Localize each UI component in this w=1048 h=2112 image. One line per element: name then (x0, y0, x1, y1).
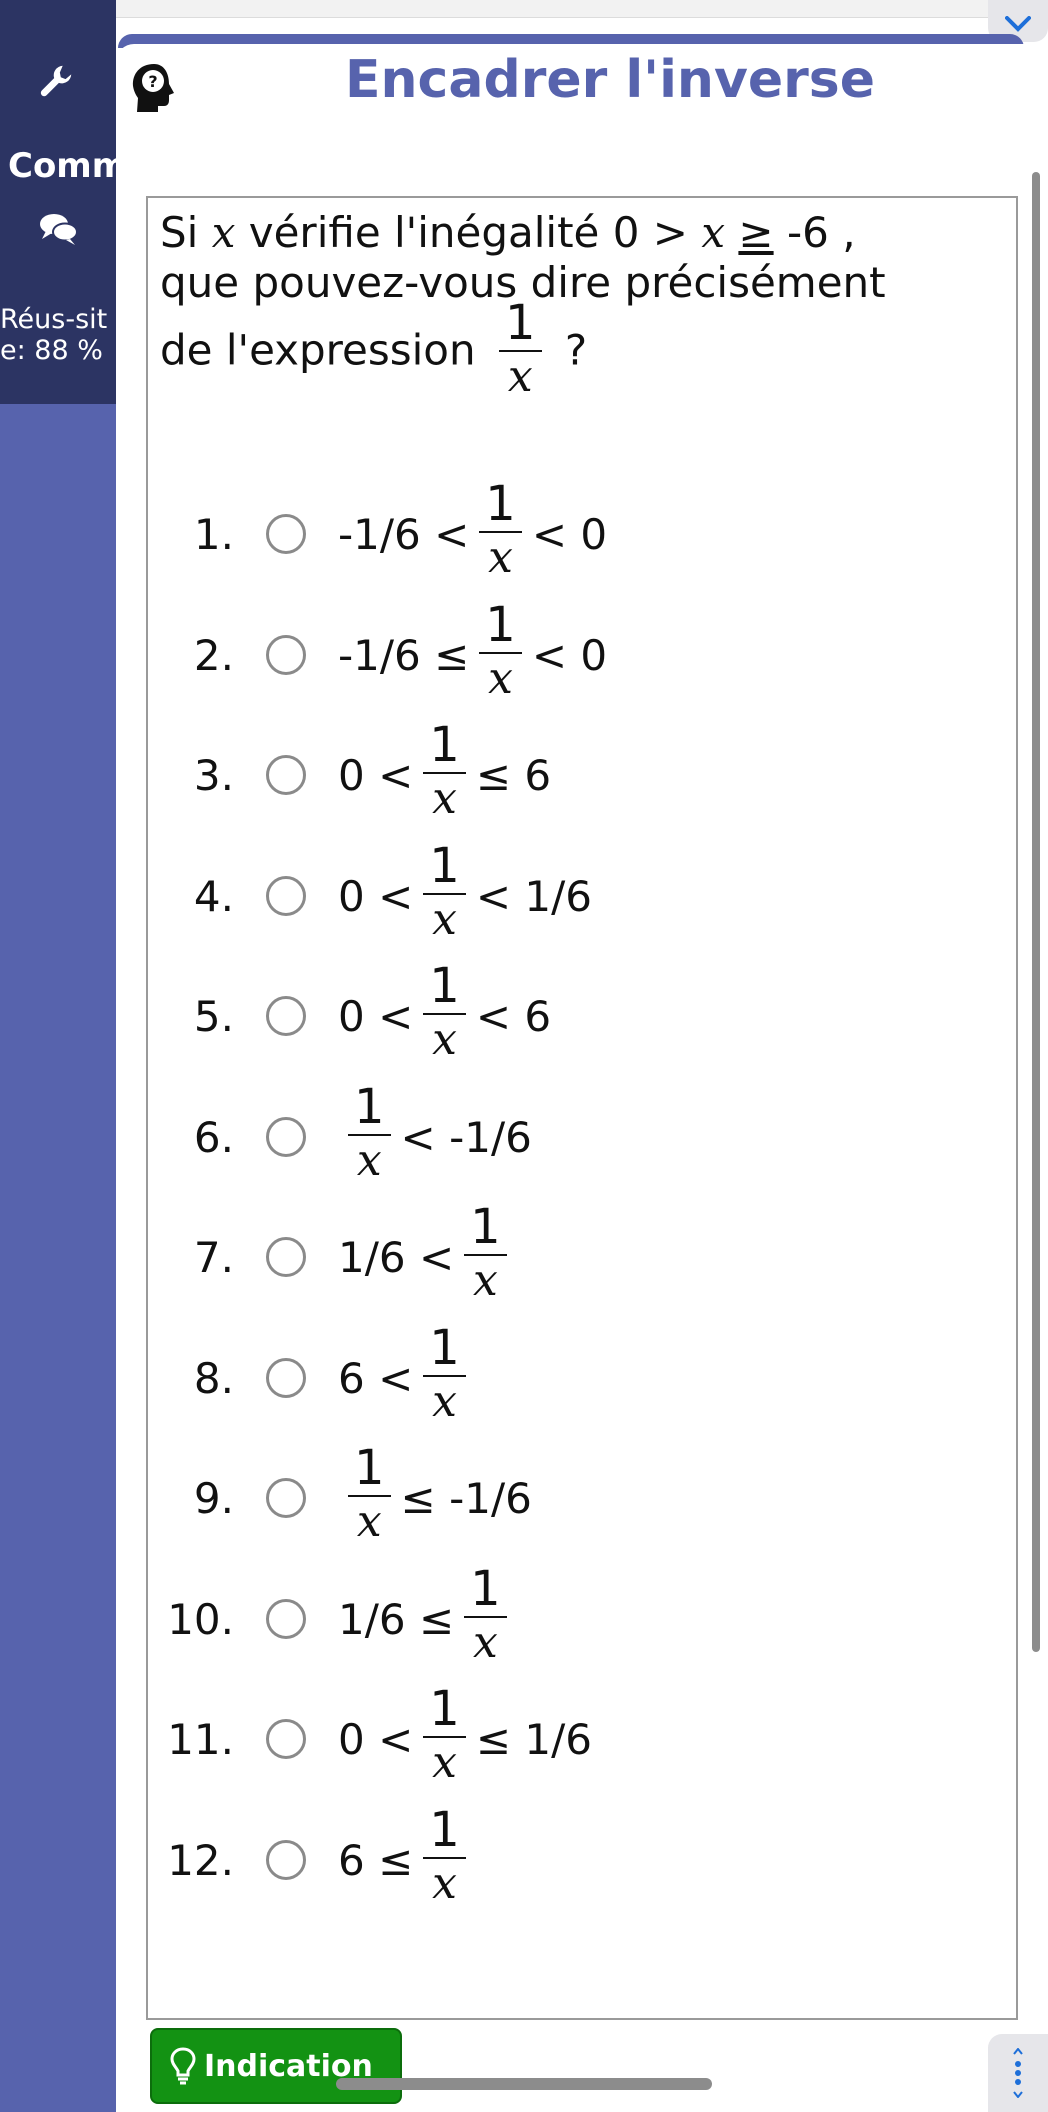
head-question-icon[interactable]: ? (128, 62, 176, 114)
option-left-bound: 0 < (338, 1714, 414, 1764)
option-number: 6. (193, 1112, 234, 1162)
option-9[interactable]: 9. 1 x ≤ -1/6 (148, 1441, 1008, 1551)
radio-button[interactable] (266, 1840, 306, 1880)
option-4[interactable]: 4. 0 <1 x < 1/6 (148, 839, 1008, 949)
question-line-1: Si x vérifie l'inégalité 0 > x ≥ -6 , (160, 208, 856, 257)
option-left-bound: 6 < (338, 1353, 414, 1403)
radio-button[interactable] (266, 635, 306, 675)
hint-button[interactable]: Indication (150, 2028, 402, 2104)
option-number: 9. (193, 1473, 234, 1523)
option-number: 7. (193, 1232, 234, 1282)
option-number: 2. (193, 630, 234, 680)
question-text: Si x vérifie l'inégalité 0 > x ≥ -6 , qu… (160, 208, 1000, 308)
radio-button[interactable] (266, 1719, 306, 1759)
top-strip (116, 0, 1048, 18)
option-number: 8. (193, 1353, 234, 1403)
option-number: 3. (193, 750, 234, 800)
sidebar-label[interactable]: Comm (8, 146, 116, 186)
fraction-one-over-x: 1x (479, 598, 522, 704)
option-right-bound: < 0 (531, 630, 608, 680)
radio-button[interactable] (266, 1358, 306, 1398)
sidebar: Comm Réus-site: 88 % (0, 0, 116, 2112)
option-left-bound: 0 < (338, 750, 414, 800)
exercise-title: Encadrer l'inverse (345, 50, 875, 110)
option-left-bound: 0 < (338, 991, 414, 1041)
radio-button[interactable] (266, 755, 306, 795)
question-line-3: de l'expression 1x ? (160, 295, 588, 402)
radio-button[interactable] (266, 514, 306, 554)
vertical-dots-icon (1013, 2048, 1023, 2098)
option-left-bound: 1/6 < (338, 1232, 455, 1282)
option-expression: 0 <1 x ≤ 6 (338, 718, 552, 828)
fraction-one-over-x: 1x (423, 839, 466, 945)
radio-button[interactable] (266, 1237, 306, 1277)
fraction-one-over-x: 1x (423, 718, 466, 824)
option-left-bound: 6 ≤ (338, 1835, 414, 1885)
option-number: 4. (193, 871, 234, 921)
option-right-bound: < 6 (475, 991, 552, 1041)
option-number: 1. (193, 509, 234, 559)
wrench-icon[interactable] (38, 62, 76, 100)
fraction-one-over-x: 1x (348, 1441, 391, 1547)
option-expression: -1/6 ≤1 x < 0 (338, 598, 608, 708)
fraction-one-over-x: 1x (423, 1803, 466, 1909)
option-6[interactable]: 6. 1 x < -1/6 (148, 1080, 1008, 1190)
fraction-one-over-x: 1x (464, 1200, 507, 1306)
option-expression: 1 x < -1/6 (338, 1080, 532, 1190)
option-right-bound: < -1/6 (400, 1112, 532, 1162)
option-expression: 0 <1 x ≤ 1/6 (338, 1682, 592, 1792)
option-expression: 1/6 ≤1 x (338, 1562, 517, 1672)
fraction-one-over-x: 1x (348, 1080, 391, 1186)
option-5[interactable]: 5. 0 <1 x < 6 (148, 959, 1008, 1069)
option-expression: 0 <1 x < 6 (338, 959, 552, 1069)
chevron-down-icon (1005, 16, 1031, 32)
option-left-bound: -1/6 < (338, 509, 470, 559)
option-2[interactable]: 2. -1/6 ≤1 x < 0 (148, 598, 1008, 708)
option-left-bound: 0 < (338, 871, 414, 921)
option-11[interactable]: 11. 0 <1 x ≤ 1/6 (148, 1682, 1008, 1792)
option-8[interactable]: 8. 6 <1 x (148, 1321, 1008, 1431)
option-right-bound: < 1/6 (475, 871, 592, 921)
more-options-button[interactable] (988, 2034, 1048, 2112)
option-3[interactable]: 3. 0 <1 x ≤ 6 (148, 718, 1008, 828)
option-number: 5. (193, 991, 234, 1041)
fraction-one-over-x: 1x (498, 296, 542, 402)
option-left-bound: -1/6 ≤ (338, 630, 470, 680)
option-1[interactable]: 1. -1/6 <1 x < 0 (148, 477, 1008, 587)
radio-button[interactable] (266, 876, 306, 916)
option-expression: -1/6 <1 x < 0 (338, 477, 608, 587)
fraction-one-over-x: 1x (423, 1321, 466, 1427)
option-right-bound: ≤ -1/6 (400, 1473, 532, 1523)
fraction-one-over-x: 1x (423, 959, 466, 1065)
option-number: 11. (167, 1714, 234, 1764)
fraction-one-over-x: 1x (423, 1682, 466, 1788)
svg-text:?: ? (148, 72, 157, 91)
fraction-one-over-x: 1x (479, 477, 522, 583)
option-number: 12. (167, 1835, 234, 1885)
option-7[interactable]: 7. 1/6 <1 x (148, 1200, 1008, 1310)
radio-button[interactable] (266, 1117, 306, 1157)
horizontal-scrollbar[interactable] (336, 2078, 712, 2090)
option-left-bound: 1/6 ≤ (338, 1594, 455, 1644)
option-right-bound: ≤ 1/6 (475, 1714, 592, 1764)
fraction-one-over-x: 1x (464, 1562, 507, 1668)
option-expression: 6 <1 x (338, 1321, 476, 1431)
option-right-bound: < 0 (531, 509, 608, 559)
vertical-scrollbar[interactable] (1032, 172, 1040, 1652)
option-expression: 1 x ≤ -1/6 (338, 1441, 532, 1551)
chat-icon[interactable] (38, 212, 78, 246)
option-12[interactable]: 12. 6 ≤1 x (148, 1803, 1008, 1913)
radio-button[interactable] (266, 1599, 306, 1639)
radio-button[interactable] (266, 996, 306, 1036)
option-right-bound: ≤ 6 (475, 750, 552, 800)
option-10[interactable]: 10. 1/6 ≤1 x (148, 1562, 1008, 1672)
option-number: 10. (167, 1594, 234, 1644)
option-expression: 6 ≤1 x (338, 1803, 476, 1913)
option-expression: 1/6 <1 x (338, 1200, 517, 1310)
success-rate: Réus-site: 88 % (0, 304, 108, 366)
lightbulb-icon (170, 2047, 196, 2085)
option-expression: 0 <1 x < 1/6 (338, 839, 592, 949)
radio-button[interactable] (266, 1478, 306, 1518)
